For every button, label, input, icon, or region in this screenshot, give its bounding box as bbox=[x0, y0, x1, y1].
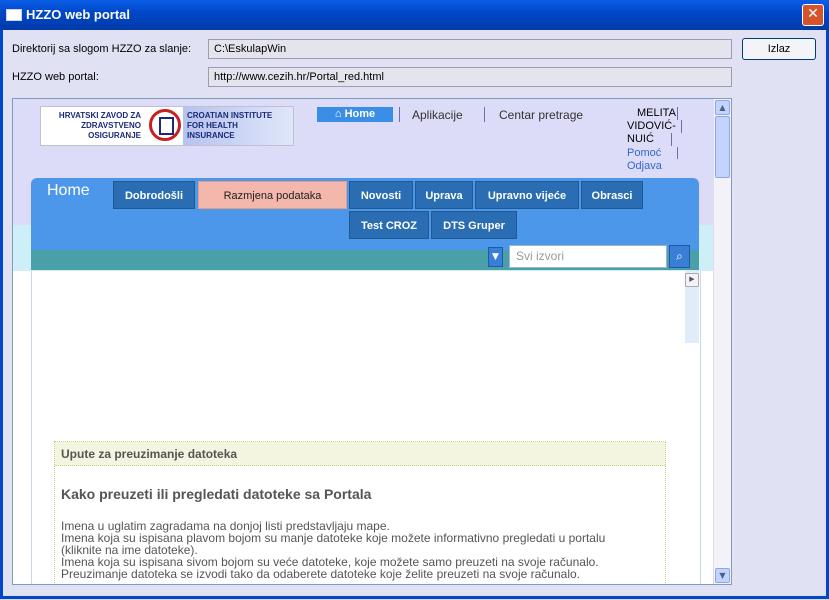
top-nav-apps[interactable]: Aplikacije bbox=[412, 108, 463, 122]
title-bar: HZZO web portal ✕ bbox=[0, 0, 829, 30]
search-icon: ⌕ bbox=[676, 249, 683, 263]
tab-dobrodosli[interactable]: Dobrodošli bbox=[113, 181, 195, 209]
panel-text: Imena u uglatim zagradama na donjoj list… bbox=[61, 520, 661, 580]
inner-frame-scrollbar[interactable]: ▶ bbox=[685, 271, 699, 343]
tab-upravno-vijece[interactable]: Upravno vijeće bbox=[475, 181, 579, 209]
nav-separator bbox=[484, 107, 485, 122]
user-name-line: MELITA bbox=[637, 107, 676, 119]
user-name-line: VIDOVIĆ- bbox=[627, 120, 676, 132]
user-separator bbox=[681, 120, 682, 133]
search-input[interactable]: Svi izvori bbox=[509, 245, 667, 268]
content-area: ▶ Upute za preuzimanje datoteka Kako pre… bbox=[31, 271, 701, 584]
logo-en-line: INSURANCE bbox=[187, 131, 235, 140]
hzzo-logo[interactable]: HRVATSKI ZAVOD ZA ZDRAVSTVENO OSIGURANJE… bbox=[40, 106, 294, 146]
user-separator bbox=[677, 147, 678, 159]
user-name: MELITA VIDOVIĆ- NUIĆ bbox=[627, 107, 676, 146]
search-button[interactable]: ⌕ bbox=[669, 245, 690, 268]
portal-page: HRVATSKI ZAVOD ZA ZDRAVSTVENO OSIGURANJE… bbox=[13, 99, 715, 584]
logo-en-line: CROATIAN INSTITUTE bbox=[187, 111, 273, 120]
logo-en-line: FOR HEALTH bbox=[187, 121, 238, 130]
exit-button[interactable]: Izlaz bbox=[742, 38, 816, 60]
portal-url-field[interactable]: http://www.cezih.hr/Portal_red.html bbox=[208, 67, 732, 87]
dir-label: Direktorij sa slogom HZZO za slanje: bbox=[12, 43, 192, 55]
search-scope-dropdown[interactable]: ▼ bbox=[488, 247, 503, 267]
chevron-down-icon: ▼ bbox=[492, 252, 499, 262]
nav-home-title[interactable]: Home bbox=[47, 182, 90, 200]
scroll-up-icon[interactable]: ▲ bbox=[715, 100, 730, 115]
top-nav-home-label: Home bbox=[344, 108, 376, 120]
tab-novosti[interactable]: Novosti bbox=[349, 181, 413, 209]
user-separator bbox=[671, 133, 672, 146]
web-browser-control: HRVATSKI ZAVOD ZA ZDRAVSTVENO OSIGURANJE… bbox=[12, 98, 732, 585]
user-separator bbox=[677, 107, 678, 120]
tab-razmjena-podataka[interactable]: Razmjena podataka bbox=[198, 181, 347, 209]
window-icon bbox=[6, 9, 22, 21]
tab-obrasci[interactable]: Obrasci bbox=[581, 181, 643, 209]
scroll-down-icon[interactable]: ▼ bbox=[715, 568, 730, 583]
nav-separator bbox=[399, 107, 400, 122]
top-nav-search-center[interactable]: Centar pretrage bbox=[499, 108, 583, 122]
tab-uprava[interactable]: Uprava bbox=[415, 181, 473, 209]
close-icon[interactable]: ✕ bbox=[802, 4, 824, 26]
help-link[interactable]: Pomoć bbox=[627, 147, 661, 159]
portal-label: HZZO web portal: bbox=[12, 71, 99, 83]
scroll-thumb[interactable] bbox=[715, 116, 730, 178]
panel-header: Upute za preuzimanje datoteka bbox=[55, 442, 665, 466]
window-title: HZZO web portal bbox=[26, 7, 130, 22]
logo-hr-line: ZDRAVSTVENO bbox=[81, 121, 141, 130]
browser-vertical-scrollbar[interactable]: ▲ ▼ bbox=[713, 99, 731, 584]
user-name-line: NUIĆ bbox=[627, 133, 654, 145]
dir-field[interactable]: C:\EskulapWin bbox=[208, 39, 732, 59]
tab-dts-gruper[interactable]: DTS Gruper bbox=[431, 211, 517, 239]
chevron-right-icon[interactable]: ▶ bbox=[685, 273, 699, 287]
hzzo-seal-icon bbox=[149, 109, 181, 141]
logout-link[interactable]: Odjava bbox=[627, 160, 662, 172]
logo-hr-line: HRVATSKI ZAVOD ZA bbox=[58, 111, 141, 120]
panel-line: Preuzimanje datoteka se izvodi tako da o… bbox=[61, 567, 580, 581]
logo-hr-line: OSIGURANJE bbox=[88, 131, 141, 140]
download-instructions-panel: Upute za preuzimanje datoteka Kako preuz… bbox=[54, 441, 666, 584]
panel-heading: Kako preuzeti ili pregledati datoteke sa… bbox=[61, 486, 372, 502]
home-icon: ⌂ bbox=[334, 108, 342, 120]
top-nav-home[interactable]: ⌂ Home bbox=[317, 107, 393, 122]
tab-test-croz[interactable]: Test CROZ bbox=[349, 211, 429, 239]
